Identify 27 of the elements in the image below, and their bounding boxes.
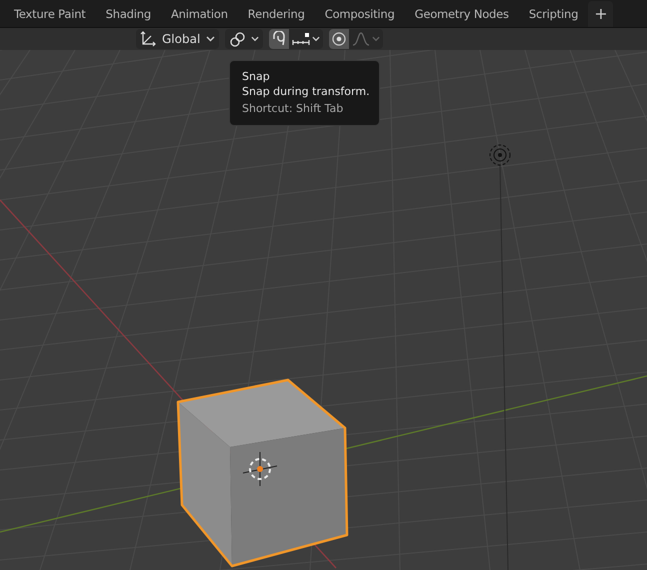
link-icon xyxy=(229,31,248,47)
magnet-icon xyxy=(272,31,286,47)
increment-icon xyxy=(292,32,310,46)
add-workspace-button[interactable]: + xyxy=(588,0,614,26)
axes-icon xyxy=(140,31,156,47)
workspace-tab[interactable]: Geometry Nodes xyxy=(404,0,519,26)
workspace-tab[interactable]: Compositing xyxy=(314,0,405,26)
workspace-tab[interactable]: Animation xyxy=(160,0,238,26)
tooltip-description: Snap during transform. xyxy=(242,84,367,99)
3d-cursor-icon xyxy=(242,452,278,486)
pivot-dropdown[interactable] xyxy=(225,29,264,49)
curve-icon xyxy=(352,32,370,46)
workspace-tab[interactable]: Texture Paint xyxy=(4,0,96,26)
tooltip-shortcut: Shortcut: Shift Tab xyxy=(242,101,344,116)
chevron-icon xyxy=(206,36,216,42)
chevron-icon xyxy=(251,36,260,42)
chevron-icon xyxy=(372,36,380,42)
orientation-dropdown[interactable]: Global xyxy=(136,29,220,49)
workspace-tab[interactable]: Shading xyxy=(96,0,161,26)
chevron-icon xyxy=(312,36,320,42)
light-icon xyxy=(490,144,510,166)
proportional-editing-toggle[interactable] xyxy=(329,29,350,49)
workspace-tab[interactable]: Scripting xyxy=(518,0,588,26)
tooltip-title: Snap xyxy=(242,69,271,84)
target-icon xyxy=(332,32,346,46)
snap-toggle[interactable] xyxy=(269,29,290,49)
workspace-tab[interactable]: Rendering xyxy=(238,0,315,26)
